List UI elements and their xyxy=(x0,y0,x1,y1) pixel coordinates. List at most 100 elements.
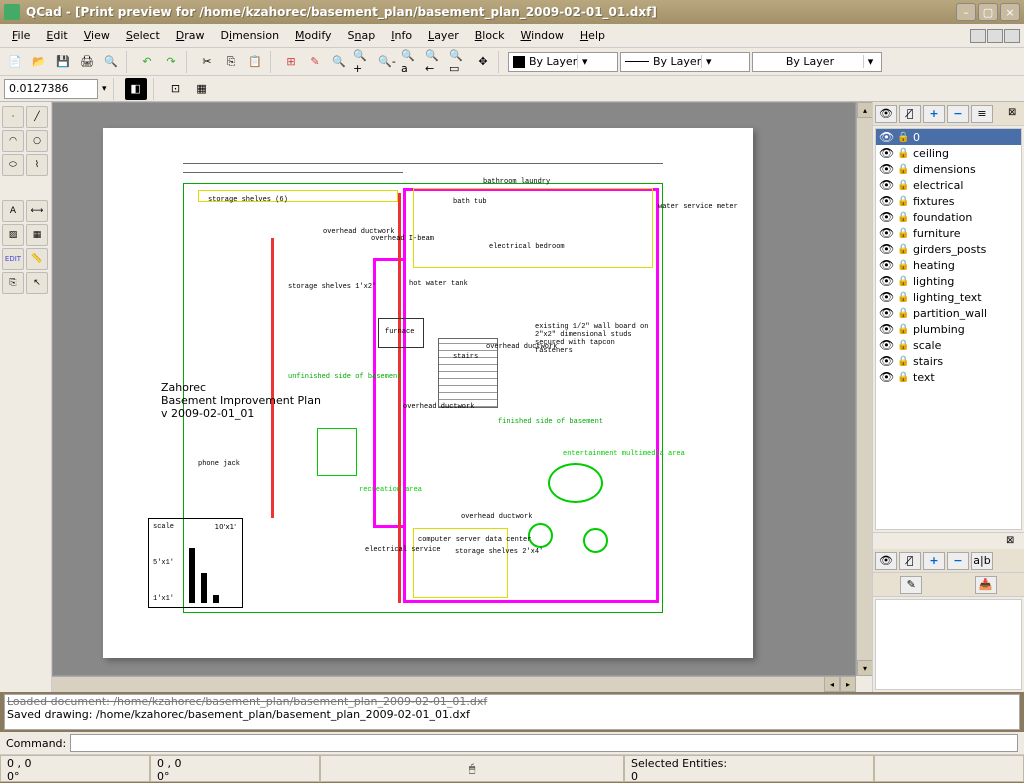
horizontal-scrollbar[interactable] xyxy=(52,676,824,692)
grid-button[interactable]: ⊞ xyxy=(280,51,302,73)
tool-edit[interactable]: EDIT xyxy=(2,248,24,270)
cut-button[interactable]: ✂ xyxy=(196,51,218,73)
scroll-left-button[interactable]: ◂ xyxy=(824,676,840,692)
layer-showall-button[interactable]: 👁 xyxy=(875,105,897,123)
zoom-auto-button[interactable]: 🔍a xyxy=(400,51,422,73)
tool-line[interactable]: ╱ xyxy=(26,106,48,128)
menu-layer[interactable]: Layer xyxy=(420,25,467,46)
block-remove-button[interactable]: − xyxy=(947,552,969,570)
print-preview-button[interactable]: 🔍 xyxy=(100,51,122,73)
tool-text[interactable]: A xyxy=(2,200,24,222)
draft-button[interactable]: ✎ xyxy=(304,51,326,73)
zoom-out-button[interactable]: 🔍- xyxy=(376,51,398,73)
scale-input[interactable] xyxy=(4,79,98,99)
layer-item-0[interactable]: 👁🔒0 xyxy=(876,129,1021,145)
tool-block[interactable]: ⎘ xyxy=(2,272,24,294)
mdi-restore-button[interactable] xyxy=(987,29,1003,43)
menu-dimension[interactable]: Dimension xyxy=(213,25,288,46)
menu-draw[interactable]: Draw xyxy=(168,25,213,46)
menu-info[interactable]: Info xyxy=(383,25,420,46)
block-edit-button[interactable]: ✎ xyxy=(900,576,922,594)
tool-point[interactable]: · xyxy=(2,106,24,128)
layer-item-heating[interactable]: 👁🔒heating xyxy=(876,257,1021,273)
layer-remove-button[interactable]: − xyxy=(947,105,969,123)
mdi-close-button[interactable] xyxy=(1004,29,1020,43)
block-list[interactable] xyxy=(875,599,1022,690)
zoom-in-button[interactable]: 🔍+ xyxy=(352,51,374,73)
menu-help[interactable]: Help xyxy=(572,25,613,46)
menu-select[interactable]: Select xyxy=(118,25,168,46)
save-button[interactable]: 💾 xyxy=(52,51,74,73)
layer-item-dimensions[interactable]: 👁🔒dimensions xyxy=(876,161,1021,177)
mdi-minimize-button[interactable] xyxy=(970,29,986,43)
layer-add-button[interactable]: + xyxy=(923,105,945,123)
layer-panel-close-button[interactable]: ⊠ xyxy=(1008,107,1022,121)
layer-item-partition_wall[interactable]: 👁🔒partition_wall xyxy=(876,305,1021,321)
zoom-window-button[interactable]: 🔍▭ xyxy=(448,51,470,73)
menu-edit[interactable]: Edit xyxy=(38,25,75,46)
menu-file[interactable]: File xyxy=(4,25,38,46)
maximize-button[interactable]: ▢ xyxy=(978,3,998,21)
print-button[interactable]: 🖨 xyxy=(76,51,98,73)
layer-item-stairs[interactable]: 👁🔒stairs xyxy=(876,353,1021,369)
layer-hideall-button[interactable]: 👁̸ xyxy=(899,105,921,123)
block-insert-button[interactable]: 📥 xyxy=(975,576,997,594)
color-combo[interactable]: By Layer ▾ xyxy=(508,52,618,72)
menu-modify[interactable]: Modify xyxy=(287,25,339,46)
fit-page-button[interactable]: ▦ xyxy=(191,78,213,100)
new-button[interactable]: 📄 xyxy=(4,51,26,73)
command-input[interactable] xyxy=(70,734,1018,752)
undo-button[interactable]: ↶ xyxy=(136,51,158,73)
zoom-redraw-button[interactable]: 🔍 xyxy=(328,51,350,73)
tool-hatch[interactable]: ▨ xyxy=(2,224,24,246)
layer-edit-button[interactable]: ≡ xyxy=(971,105,993,123)
drawing-canvas[interactable]: unfinished side of basement finished sid… xyxy=(52,102,856,676)
tool-polyline[interactable]: ⌇ xyxy=(26,154,48,176)
minimize-button[interactable]: – xyxy=(956,3,976,21)
layer-list[interactable]: 👁🔒0👁🔒ceiling👁🔒dimensions👁🔒electrical👁🔒fi… xyxy=(875,128,1022,530)
layer-item-ceiling[interactable]: 👁🔒ceiling xyxy=(876,145,1021,161)
zoom-pan-button[interactable]: ✥ xyxy=(472,51,494,73)
block-hideall-button[interactable]: 👁̸ xyxy=(899,552,921,570)
menu-view[interactable]: View xyxy=(76,25,118,46)
scroll-up-button[interactable]: ▴ xyxy=(857,102,873,118)
linewidth-combo[interactable]: By Layer ▾ xyxy=(620,52,750,72)
block-panel-close-button[interactable]: ⊠ xyxy=(1006,535,1020,549)
linetype-combo[interactable]: By Layer ▾ xyxy=(752,52,882,72)
layer-item-fixtures[interactable]: 👁🔒fixtures xyxy=(876,193,1021,209)
tool-ellipse[interactable]: ⬭ xyxy=(2,154,24,176)
layer-item-lighting_text[interactable]: 👁🔒lighting_text xyxy=(876,289,1021,305)
copy-button[interactable]: ⎘ xyxy=(220,51,242,73)
layer-item-girders_posts[interactable]: 👁🔒girders_posts xyxy=(876,241,1021,257)
scroll-right-button[interactable]: ▸ xyxy=(840,676,856,692)
layer-item-furniture[interactable]: 👁🔒furniture xyxy=(876,225,1021,241)
block-showall-button[interactable]: 👁 xyxy=(875,552,897,570)
menu-block[interactable]: Block xyxy=(467,25,513,46)
eye-icon: 👁 xyxy=(879,306,893,320)
tool-circle[interactable]: ○ xyxy=(26,130,48,152)
tool-select[interactable]: ↖ xyxy=(26,272,48,294)
scroll-down-button[interactable]: ▾ xyxy=(857,660,873,676)
layer-item-scale[interactable]: 👁🔒scale xyxy=(876,337,1021,353)
menu-snap[interactable]: Snap xyxy=(340,25,384,46)
layer-item-lighting[interactable]: 👁🔒lighting xyxy=(876,273,1021,289)
menu-window[interactable]: Window xyxy=(513,25,572,46)
layer-item-foundation[interactable]: 👁🔒foundation xyxy=(876,209,1021,225)
tool-measure[interactable]: 📏 xyxy=(26,248,48,270)
block-add-button[interactable]: + xyxy=(923,552,945,570)
paste-button[interactable]: 📋 xyxy=(244,51,266,73)
vertical-scrollbar[interactable]: ▴ ▾ xyxy=(856,102,872,676)
tool-dimension[interactable]: ⟷ xyxy=(26,200,48,222)
center-page-button[interactable]: ⊡ xyxy=(165,78,187,100)
zoom-prev-button[interactable]: 🔍← xyxy=(424,51,446,73)
open-button[interactable]: 📂 xyxy=(28,51,50,73)
tool-image[interactable]: ▦ xyxy=(26,224,48,246)
redo-button[interactable]: ↷ xyxy=(160,51,182,73)
block-rename-button[interactable]: a|b xyxy=(971,552,993,570)
bw-toggle-button[interactable]: ◧ xyxy=(125,78,147,100)
tool-arc[interactable]: ◠ xyxy=(2,130,24,152)
layer-item-text[interactable]: 👁🔒text xyxy=(876,369,1021,385)
layer-item-plumbing[interactable]: 👁🔒plumbing xyxy=(876,321,1021,337)
close-button[interactable]: × xyxy=(1000,3,1020,21)
layer-item-electrical[interactable]: 👁🔒electrical xyxy=(876,177,1021,193)
